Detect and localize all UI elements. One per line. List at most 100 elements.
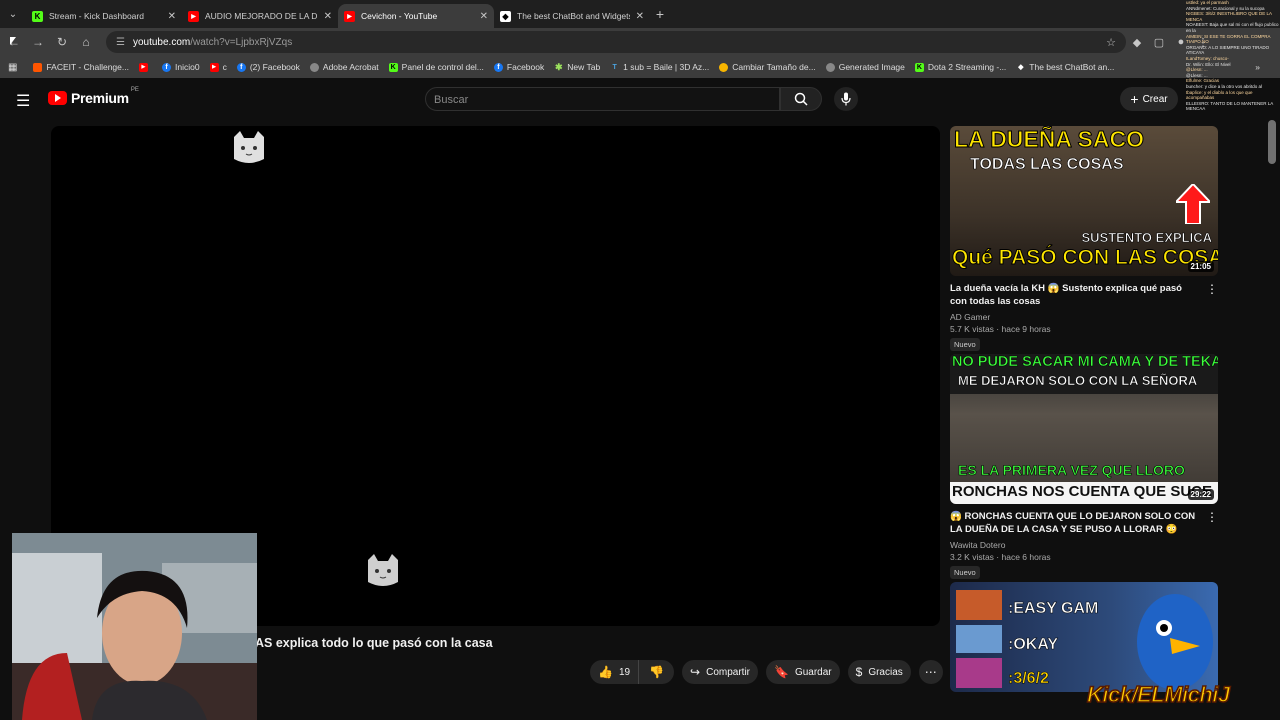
tab-audio-mejorado[interactable]: ▶ AUDIO MEJORADO DE LA D ✕ bbox=[182, 4, 338, 28]
bookmark-item[interactable]: f Facebook bbox=[493, 62, 545, 72]
globe-icon bbox=[825, 62, 835, 72]
bookmark-item[interactable]: ✱ New Tab bbox=[554, 62, 600, 73]
twitch-tracker-icon: T bbox=[612, 63, 617, 71]
bookmark-item[interactable]: f (2) Facebook bbox=[236, 62, 300, 72]
video-thumbnail[interactable]: LA DUEÑA SACO TODAS LAS COSAS SUSTENTO E… bbox=[950, 126, 1218, 276]
chat-message: AIMEIN: SI ESE TE GORRA EL COMPRA TIAIPO… bbox=[1186, 33, 1271, 45]
youtube-icon: ▶ bbox=[209, 62, 219, 72]
share-label: Compartir bbox=[706, 666, 750, 678]
tab-chatbot-widgets[interactable]: ◆ The best ChatBot and Widgets ✕ bbox=[494, 4, 650, 28]
video-thumbnail[interactable]: :EASY GAM :OKAY :3/6/2 bbox=[950, 582, 1218, 692]
bookmark-item[interactable]: f Inicio0 bbox=[161, 62, 200, 72]
country-code: PE bbox=[130, 87, 139, 93]
bookmark-label: Facebook bbox=[506, 62, 545, 72]
bookmark-item[interactable]: K Panel de control del... bbox=[388, 62, 484, 72]
more-actions-icon[interactable]: ⋯ bbox=[918, 660, 943, 684]
chat-message: tbaplice: y el diablo a los que que acom… bbox=[1186, 89, 1253, 101]
bookmark-label: (2) Facebook bbox=[249, 62, 300, 72]
create-button[interactable]: + Crear bbox=[1120, 87, 1178, 111]
youtube-premium-logo[interactable]: Premium PE bbox=[48, 87, 139, 106]
recommended-title[interactable]: La dueña vacía la KH 😱 Sustento explica … bbox=[950, 282, 1200, 308]
new-badge: Nuevo bbox=[950, 566, 980, 579]
video-duration: 29:22 bbox=[1187, 489, 1214, 500]
close-tab-icon[interactable]: ✕ bbox=[480, 11, 488, 22]
save-button[interactable]: 🔖 Guardar bbox=[766, 660, 840, 684]
home-icon[interactable]: ⌂ bbox=[74, 35, 98, 49]
chat-message: ELLEISRO: TANTO DE LO MANTENER LA MENCAA bbox=[1186, 100, 1274, 112]
like-dislike-group: 👍 19 👎 bbox=[590, 660, 675, 684]
bookmark-item[interactable]: Generated Image bbox=[825, 62, 905, 72]
channel-name[interactable]: AD Gamer bbox=[950, 312, 1218, 322]
thumbs-up-icon: 👍 bbox=[598, 665, 613, 679]
search-icon bbox=[794, 92, 808, 106]
thumbnail-caption: LA DUEÑA SACO bbox=[954, 126, 1145, 153]
thumbnail-caption: ES LA PRIMERA VEZ QUE LLORO bbox=[958, 462, 1185, 479]
tab-cevichon-youtube[interactable]: ▶ Cevichon - YouTube ✕ bbox=[338, 4, 494, 28]
apps-grid-icon[interactable]: ▦ bbox=[8, 62, 17, 73]
close-tab-icon[interactable]: ✕ bbox=[636, 11, 644, 22]
recommended-title[interactable]: 😱 RONCHAS CUENTA QUE LO DEJARON SOLO CON… bbox=[950, 510, 1200, 536]
extension-icon[interactable]: ◆ bbox=[1126, 36, 1148, 49]
bookmark-label: Generated Image bbox=[838, 62, 905, 72]
thumbnail-caption: :OKAY bbox=[1008, 636, 1059, 654]
tab-title: Stream - Kick Dashboard bbox=[49, 11, 144, 21]
address-bar[interactable]: ☰ youtube.com/watch?v=LjpbxRjVZqs ☆ bbox=[106, 31, 1126, 53]
stream-chat-overlay: ustled: ya el parmash ANNdmenet: Curacion… bbox=[1186, 0, 1280, 125]
faceit-icon bbox=[33, 62, 43, 72]
extensions-puzzle-icon[interactable]: ▢ bbox=[1148, 36, 1170, 49]
streamer-brand-label: Kick/ELMichiJ bbox=[1086, 681, 1231, 708]
channel-name[interactable]: Wawita Dotero bbox=[950, 540, 1218, 550]
youtube-header: ☰ Premium PE + Crear bbox=[0, 78, 1280, 120]
close-tab-icon[interactable]: ✕ bbox=[324, 11, 332, 22]
blue-bird-character-icon bbox=[1137, 594, 1213, 690]
red-arrow-icon bbox=[1176, 184, 1210, 224]
site-info-icon[interactable]: ☰ bbox=[116, 37, 125, 48]
recommended-video[interactable]: NO PUDE SACAR MI CAMA Y DE TEKA ME DEJAR… bbox=[950, 354, 1218, 580]
tab-kick-dashboard[interactable]: K Stream - Kick Dashboard ✕ bbox=[26, 4, 182, 28]
bookmark-item[interactable]: Adobe Acrobat bbox=[309, 62, 379, 72]
hero-portrait-icon bbox=[956, 590, 1002, 688]
video-thumbnail[interactable]: NO PUDE SACAR MI CAMA Y DE TEKA ME DEJAR… bbox=[950, 354, 1218, 504]
super-thanks-icon: $ bbox=[855, 665, 863, 679]
tab-search-icon[interactable]: ⌄ bbox=[0, 0, 26, 28]
bookmark-star-icon[interactable]: ☆ bbox=[1106, 36, 1116, 49]
bookmark-item[interactable]: K Dota 2 Streaming -... bbox=[914, 62, 1006, 72]
like-button[interactable]: 👍 19 bbox=[590, 660, 640, 684]
bookmark-item[interactable]: T 1 sub = Baile | 3D Az... bbox=[610, 62, 710, 72]
facebook-icon: f bbox=[161, 62, 171, 72]
tab-title: Cevichon - YouTube bbox=[361, 11, 438, 21]
chatbot-icon: ◆ bbox=[1018, 64, 1024, 71]
tab-title: AUDIO MEJORADO DE LA D bbox=[205, 11, 318, 21]
thumbnail-caption: :3/6/2 bbox=[1008, 670, 1049, 688]
more-options-icon[interactable]: ⋮ bbox=[1206, 510, 1218, 524]
facebook-icon: f bbox=[493, 62, 503, 72]
chatbot-favicon-icon: ◆ bbox=[500, 10, 511, 22]
globe-icon bbox=[309, 62, 319, 72]
streamer-webcam-image bbox=[12, 533, 257, 720]
thanks-label: Gracias bbox=[868, 666, 903, 678]
dislike-button[interactable]: 👎 bbox=[639, 665, 674, 679]
bookmark-icon: 🔖 bbox=[774, 665, 789, 679]
url-host: youtube.com bbox=[132, 36, 191, 48]
sidebar-scrollbar[interactable] bbox=[1268, 120, 1276, 164]
thanks-button[interactable]: $ Gracias bbox=[847, 660, 911, 684]
close-tab-icon[interactable]: ✕ bbox=[168, 11, 176, 22]
search-input[interactable] bbox=[426, 88, 766, 112]
hamburger-menu-icon[interactable]: ☰ bbox=[16, 91, 30, 111]
bookmark-item[interactable]: FACEIT - Challenge... bbox=[33, 62, 129, 72]
recommended-video[interactable]: LA DUEÑA SACO TODAS LAS COSAS SUSTENTO E… bbox=[950, 126, 1218, 352]
bookmark-label: Panel de control del... bbox=[401, 62, 484, 72]
more-options-icon[interactable]: ⋮ bbox=[1206, 282, 1218, 296]
bookmark-item[interactable]: ▶ bbox=[138, 62, 152, 72]
reload-icon[interactable]: ↻ bbox=[50, 35, 74, 49]
bookmark-item[interactable]: Cambiar Tamaño de... bbox=[719, 62, 816, 72]
video-title: AS explica todo lo que pasó con la casa bbox=[255, 636, 493, 650]
forward-arrow-icon[interactable]: → bbox=[26, 35, 50, 49]
share-button[interactable]: ↪ Compartir bbox=[682, 660, 758, 684]
bookmark-item[interactable]: ▶ c bbox=[209, 62, 227, 72]
voice-search-button[interactable] bbox=[834, 87, 858, 111]
recommended-video[interactable]: :EASY GAM :OKAY :3/6/2 bbox=[950, 582, 1218, 692]
new-tab-button[interactable]: + bbox=[650, 6, 670, 22]
bookmark-item[interactable]: ◆ The best ChatBot an... bbox=[1016, 62, 1114, 72]
search-button[interactable] bbox=[780, 87, 822, 111]
